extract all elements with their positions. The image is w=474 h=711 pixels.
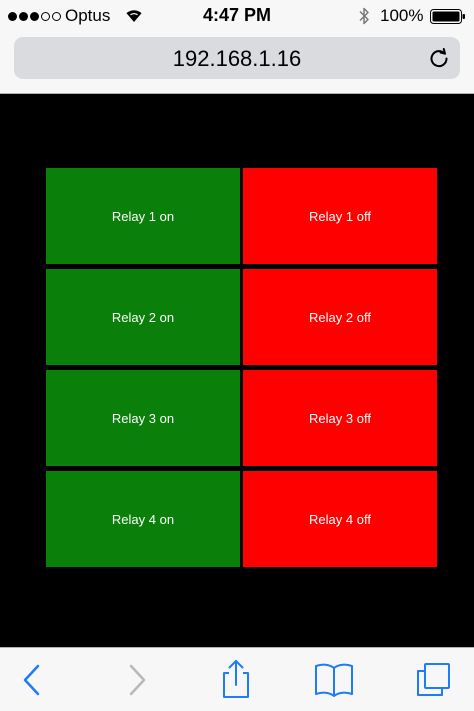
bookmarks-icon	[315, 663, 353, 697]
relay-3-on-button[interactable]: Relay 3 on	[46, 370, 240, 466]
share-icon	[223, 660, 249, 698]
address-bar: 192.168.1.16	[0, 32, 474, 94]
web-page: Relay 1 on Relay 1 off Relay 2 on Relay …	[0, 94, 474, 647]
relay-1-on-button[interactable]: Relay 1 on	[46, 168, 240, 264]
back-button[interactable]	[12, 658, 56, 702]
tabs-button[interactable]	[412, 658, 456, 702]
forward-button[interactable]	[114, 658, 158, 702]
url-text: 192.168.1.16	[172, 46, 302, 71]
bluetooth-icon	[359, 7, 369, 25]
battery-icon	[430, 9, 465, 24]
relay-3-off-button[interactable]: Relay 3 off	[243, 370, 437, 466]
browser-toolbar	[0, 647, 474, 711]
relay-2-on-button[interactable]: Relay 2 on	[46, 269, 240, 365]
reload-icon[interactable]	[428, 47, 450, 69]
bookmarks-button[interactable]	[312, 658, 356, 702]
share-button[interactable]	[214, 658, 258, 702]
url-field[interactable]: 192.168.1.16	[14, 37, 460, 79]
relay-grid: Relay 1 on Relay 1 off Relay 2 on Relay …	[46, 168, 437, 567]
relay-4-off-button[interactable]: Relay 4 off	[243, 471, 437, 567]
relay-4-on-button[interactable]: Relay 4 on	[46, 471, 240, 567]
forward-icon	[129, 664, 146, 696]
tabs-icon	[417, 663, 450, 696]
relay-2-off-button[interactable]: Relay 2 off	[243, 269, 437, 365]
relay-1-off-button[interactable]: Relay 1 off	[243, 168, 437, 264]
status-bar: Optus 4:47 PM 100%	[0, 0, 474, 32]
battery-percentage: 100%	[380, 6, 424, 25]
back-icon	[23, 664, 40, 696]
